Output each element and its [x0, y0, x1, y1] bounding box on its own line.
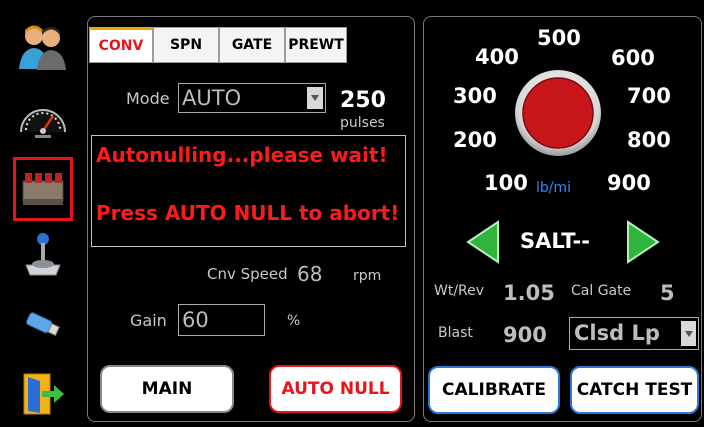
gain-unit: %	[287, 313, 301, 329]
dial-label-700: 700	[627, 84, 671, 108]
exit-icon	[23, 373, 64, 415]
mode-select-value: AUTO	[182, 86, 242, 110]
sidebar-item-usb-drive[interactable]	[14, 296, 72, 352]
cal-gate-value: 5	[660, 281, 675, 305]
tab-prewt[interactable]: PREWT	[285, 27, 347, 63]
cnv-speed-value: 68	[297, 262, 323, 286]
dial-label-400: 400	[475, 45, 519, 69]
dial-label-100: 100	[484, 171, 528, 195]
wt-rev-label: Wt/Rev	[434, 283, 485, 299]
calibrate-button[interactable]: CALIBRATE	[428, 366, 560, 414]
blast-label: Blast	[438, 325, 473, 341]
tab-spn[interactable]: SPN	[153, 27, 219, 63]
pulses-unit: pulses	[340, 115, 385, 131]
sidebar-item-joystick[interactable]	[14, 226, 72, 282]
users-icon	[19, 25, 66, 70]
material-name: SALT--	[520, 229, 590, 253]
loop-mode-select[interactable]: Clsd Lp	[569, 317, 699, 350]
wt-rev-value: 1.05	[503, 281, 555, 305]
tab-gate[interactable]: GATE	[219, 27, 285, 63]
dial-label-300: 300	[453, 84, 497, 108]
dial-label-800: 800	[627, 128, 671, 152]
dial-unit: lb/mi	[536, 180, 572, 196]
usb-drive-icon	[26, 312, 60, 336]
sidebar-item-valve-manifold[interactable]	[13, 157, 73, 221]
cnv-speed-unit: rpm	[353, 268, 382, 284]
gain-input[interactable]: 60	[178, 304, 265, 336]
status-message-line2: Press AUTO NULL to abort!	[96, 201, 400, 225]
dial-label-200: 200	[453, 128, 497, 152]
next-material-arrow[interactable]	[626, 220, 660, 264]
main-button[interactable]: MAIN	[100, 365, 234, 413]
sidebar-item-speedometer[interactable]	[14, 92, 72, 148]
cnv-speed-label: Cnv Speed	[207, 265, 288, 283]
catch-test-button[interactable]: CATCH TEST	[570, 366, 699, 414]
sidebar-item-users[interactable]	[14, 18, 72, 74]
joystick-icon	[25, 233, 61, 276]
prev-material-arrow[interactable]	[466, 220, 500, 264]
status-message-box: Autonulling...please wait! Press AUTO NU…	[91, 135, 406, 247]
blast-value: 900	[503, 323, 547, 347]
chevron-down-icon[interactable]	[681, 321, 696, 346]
gain-label: Gain	[130, 311, 167, 330]
dial-label-900: 900	[607, 171, 651, 195]
mode-label: Mode	[126, 89, 170, 108]
cal-gate-label: Cal Gate	[571, 283, 632, 299]
chevron-down-icon[interactable]	[307, 87, 323, 109]
speedometer-icon	[20, 109, 66, 138]
auto-null-button[interactable]: AUTO NULL	[269, 365, 402, 413]
tab-conv[interactable]: CONV	[89, 27, 153, 63]
mode-select[interactable]: AUTO	[178, 83, 326, 113]
loop-mode-value: Clsd Lp	[574, 321, 660, 345]
sidebar-item-exit[interactable]	[14, 366, 72, 422]
status-message-line1: Autonulling...please wait!	[96, 143, 388, 167]
valve-manifold-icon	[22, 173, 64, 205]
rate-knob[interactable]	[513, 68, 603, 158]
dial-label-500: 500	[537, 26, 581, 50]
pulses-value: 250	[340, 88, 386, 113]
dial-label-600: 600	[611, 46, 655, 70]
